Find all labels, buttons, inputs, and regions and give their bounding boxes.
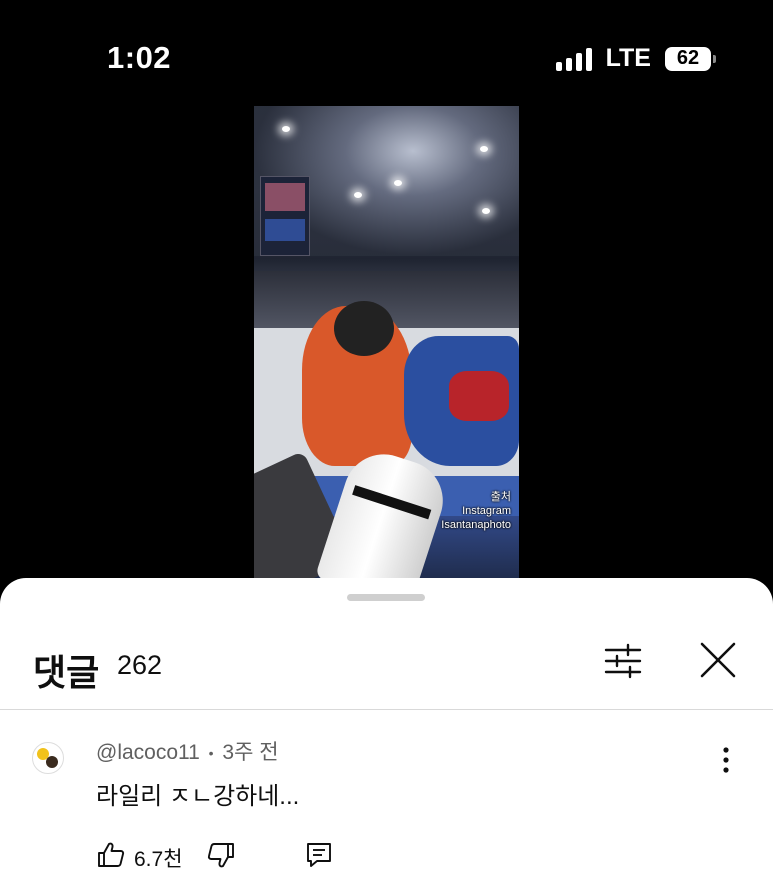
scoreboard	[260, 176, 310, 256]
status-time: 1:02	[107, 40, 172, 75]
sliders-icon	[604, 643, 642, 679]
credit-source-label: 출처	[490, 491, 511, 503]
comments-title: 댓글	[33, 652, 100, 693]
close-button[interactable]	[694, 636, 742, 684]
comment-more-button[interactable]	[708, 742, 744, 778]
credit-account: Isantanaphoto	[441, 519, 511, 531]
comments-count: 262	[117, 650, 163, 680]
dislike-button[interactable]	[206, 840, 236, 870]
arena-light	[394, 180, 402, 186]
drag-handle[interactable]	[347, 594, 425, 601]
meta-separator: •	[208, 745, 214, 762]
arena-light	[354, 192, 362, 198]
comment-text: 라일리 ㅈㄴ강하네...	[96, 783, 300, 810]
reply-icon	[307, 843, 331, 867]
status-indicators: LTE 62	[555, 44, 716, 73]
player-helmet	[334, 301, 394, 356]
like-count: 6.7천	[134, 848, 183, 871]
network-type: LTE	[605, 44, 651, 72]
sort-filter-button[interactable]	[600, 638, 646, 684]
player-glove	[449, 371, 509, 421]
video-credit: 출처 Instagram Isantanaphoto	[441, 490, 511, 532]
comment-meta: @lacoco11 • 3주 전	[96, 736, 279, 766]
comment-time: 3주 전	[222, 741, 279, 764]
close-icon	[700, 642, 736, 678]
more-vertical-icon	[723, 747, 729, 773]
header-divider	[0, 709, 773, 710]
arena-light	[482, 208, 490, 214]
comment-author[interactable]: @lacoco11	[96, 741, 200, 764]
arena-light	[282, 126, 290, 132]
like-button[interactable]	[96, 840, 126, 870]
thumbs-up-icon	[98, 842, 125, 867]
video-player[interactable]: 출처 Instagram Isantanaphoto	[254, 106, 519, 584]
battery-level: 62	[676, 47, 700, 69]
battery-icon: 62	[665, 46, 716, 71]
avatar[interactable]	[32, 742, 64, 774]
signal-icon	[555, 47, 592, 71]
reply-button[interactable]	[304, 840, 334, 870]
comments-sheet: 댓글 262 @lacoco11 • 3주 전 라일리 ㅈㄴ강하네... 6.7…	[0, 578, 773, 896]
credit-platform: Instagram	[462, 505, 511, 517]
thumbs-down-icon	[207, 843, 234, 868]
arena-light	[480, 146, 488, 152]
